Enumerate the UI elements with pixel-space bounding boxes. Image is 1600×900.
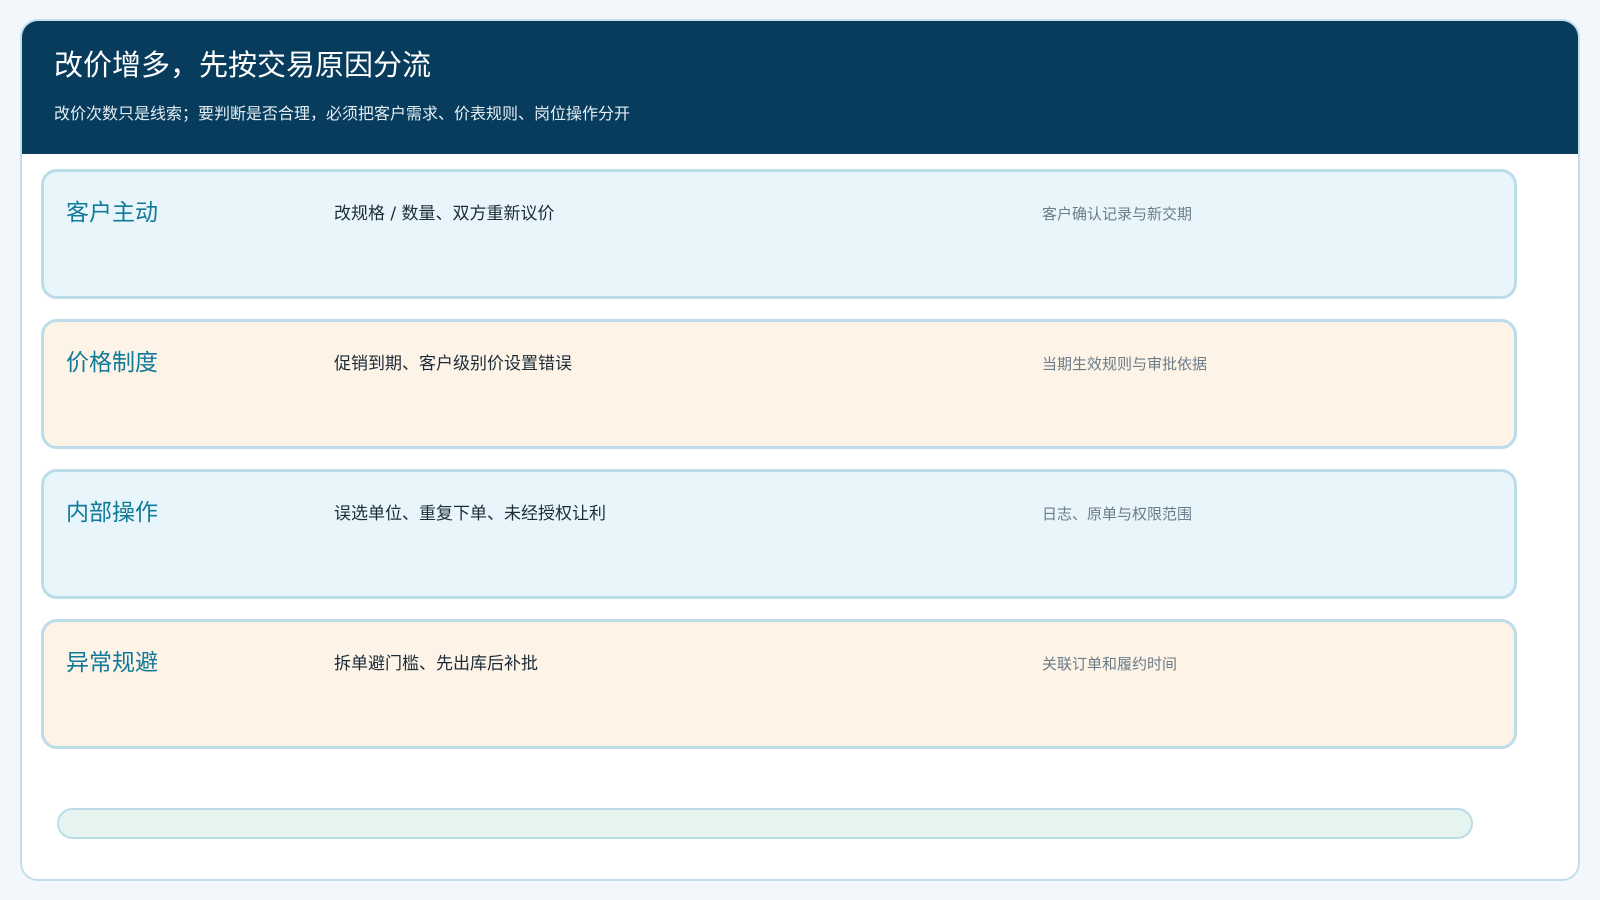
reason-label: 客户主动 xyxy=(66,200,158,226)
reason-evidence: 关联订单和履约时间 xyxy=(1042,655,1178,673)
reason-evidence: 当期生效规则与审批依据 xyxy=(1042,355,1208,373)
reason-label: 内部操作 xyxy=(66,500,158,526)
reason-description: 误选单位、重复下单、未经授权让利 xyxy=(334,504,606,524)
reason-row-evasion: 异常规避 拆单避门槛、先出库后补批 关联订单和履约时间 xyxy=(41,619,1517,749)
page-subtitle: 改价次数只是线索；要判断是否合理，必须把客户需求、价表规则、岗位操作分开 xyxy=(54,104,631,123)
reason-row-customer: 客户主动 改规格 / 数量、双方重新议价 客户确认记录与新交期 xyxy=(41,169,1517,299)
footer-bar xyxy=(57,808,1473,839)
page-title: 改价增多，先按交易原因分流 xyxy=(54,48,432,82)
reason-evidence: 客户确认记录与新交期 xyxy=(1042,205,1193,223)
reason-row-internal: 内部操作 误选单位、重复下单、未经授权让利 日志、原单与权限范围 xyxy=(41,469,1517,599)
reason-label: 异常规避 xyxy=(66,650,158,676)
reason-label: 价格制度 xyxy=(66,350,158,376)
reason-description: 改规格 / 数量、双方重新议价 xyxy=(334,204,555,224)
reason-evidence: 日志、原单与权限范围 xyxy=(1042,505,1193,523)
reason-list: 客户主动 改规格 / 数量、双方重新议价 客户确认记录与新交期 价格制度 促销到… xyxy=(41,169,1517,769)
reason-description: 促销到期、客户级别价设置错误 xyxy=(334,354,572,374)
reason-description: 拆单避门槛、先出库后补批 xyxy=(334,654,538,674)
reason-row-pricing: 价格制度 促销到期、客户级别价设置错误 当期生效规则与审批依据 xyxy=(41,319,1517,449)
header-banner: 改价增多，先按交易原因分流 改价次数只是线索；要判断是否合理，必须把客户需求、价… xyxy=(22,21,1578,154)
